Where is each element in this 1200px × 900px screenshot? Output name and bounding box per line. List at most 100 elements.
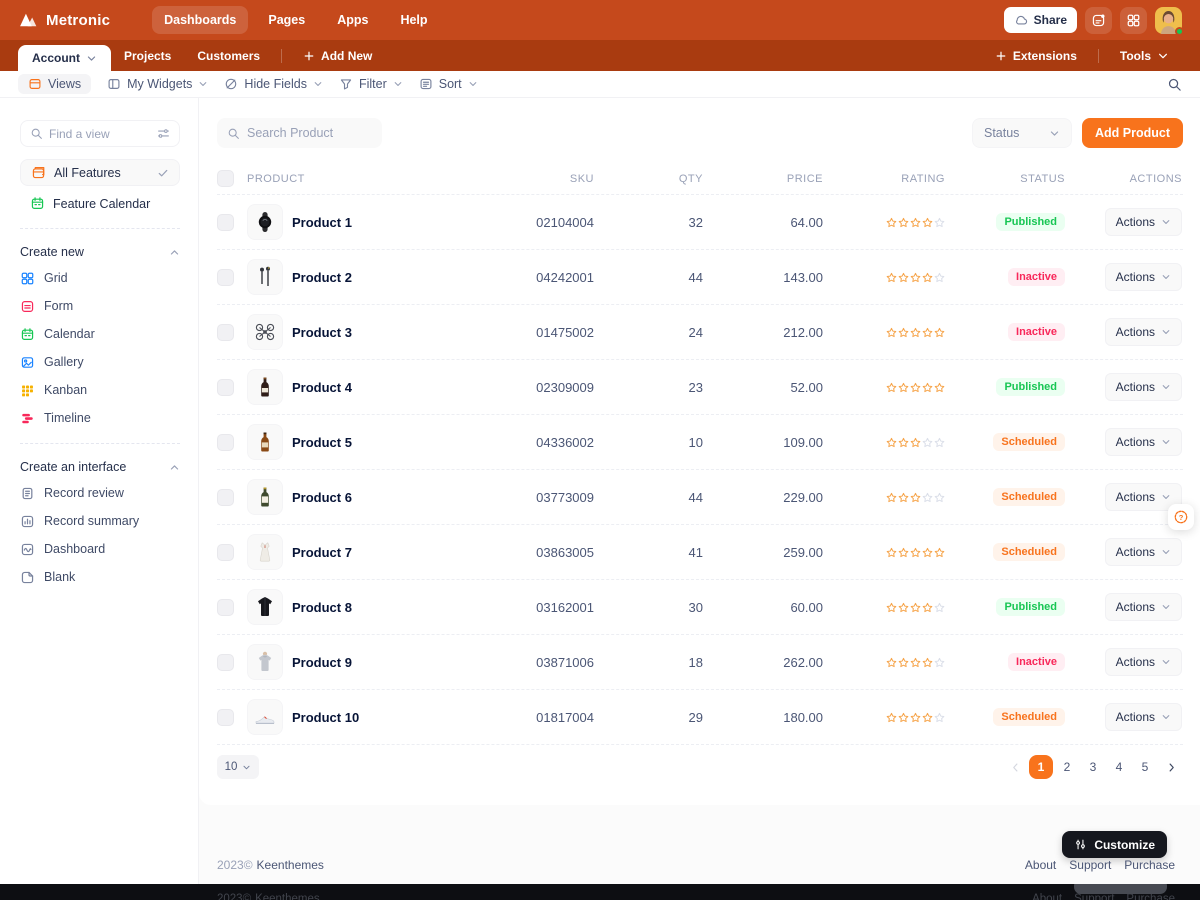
nav-help[interactable]: Help: [388, 6, 439, 34]
nav-apps[interactable]: Apps: [325, 6, 380, 34]
hide-fields-dropdown[interactable]: Hide Fields: [224, 77, 323, 91]
column-status[interactable]: STATUS: [945, 173, 1065, 185]
row-checkbox[interactable]: [217, 324, 234, 341]
find-view-search[interactable]: [20, 120, 180, 147]
filter-dropdown[interactable]: Filter: [339, 77, 403, 91]
row-actions-button[interactable]: Actions: [1105, 263, 1182, 291]
section-create-new[interactable]: Create new: [20, 240, 180, 264]
add-product-button[interactable]: Add Product: [1082, 118, 1183, 148]
sidebar-item-grid[interactable]: Grid: [20, 264, 180, 292]
pagination-page-4[interactable]: 4: [1107, 755, 1131, 779]
row-actions-button[interactable]: Actions: [1105, 593, 1182, 621]
pagination-prev-button[interactable]: [1003, 755, 1027, 779]
footer-link-purchase[interactable]: Purchase: [1124, 858, 1175, 872]
row-actions-button[interactable]: Actions: [1105, 703, 1182, 731]
sidebar-item-calendar[interactable]: Calendar: [20, 320, 180, 348]
find-view-input[interactable]: [49, 127, 151, 141]
extensions-button[interactable]: Extensions: [982, 49, 1090, 63]
customize-button-ghost: [1074, 884, 1167, 894]
chevron-down-icon: [313, 79, 323, 89]
section-create-interface[interactable]: Create an interface: [20, 455, 180, 479]
footer-link-support[interactable]: Support: [1069, 858, 1111, 872]
nav-dashboards[interactable]: Dashboards: [152, 6, 248, 34]
tune-icon[interactable]: [157, 127, 170, 140]
row-checkbox[interactable]: [217, 654, 234, 671]
column-rating[interactable]: RATING: [823, 173, 945, 185]
actions-cell: Actions: [1065, 428, 1182, 456]
pagination-page-1[interactable]: 1: [1029, 755, 1053, 779]
tools-dropdown[interactable]: Tools: [1107, 49, 1182, 63]
row-actions-button[interactable]: Actions: [1105, 318, 1182, 346]
chevron-down-icon: [1049, 128, 1060, 139]
row-actions-button[interactable]: Actions: [1105, 373, 1182, 401]
sidebar-item-form[interactable]: Form: [20, 292, 180, 320]
add-new-button[interactable]: Add New: [290, 49, 385, 63]
my-widgets-dropdown[interactable]: My Widgets: [107, 77, 208, 91]
actions-cell: Actions: [1065, 648, 1182, 676]
sidebar-item-record-summary[interactable]: Record summary: [20, 507, 180, 535]
row-checkbox[interactable]: [217, 379, 234, 396]
star-filled-icon: [910, 712, 921, 723]
apps-launcher-button[interactable]: [1120, 7, 1147, 34]
item-label: Timeline: [44, 411, 91, 425]
item-label: Grid: [44, 271, 68, 285]
row-checkbox[interactable]: [217, 709, 234, 726]
sort-dropdown[interactable]: Sort: [419, 77, 478, 91]
pagination-page-5[interactable]: 5: [1133, 755, 1157, 779]
star-filled-icon: [886, 712, 897, 723]
sidebar-item-dashboard[interactable]: Dashboard: [20, 535, 180, 563]
row-actions-button[interactable]: Actions: [1105, 538, 1182, 566]
row-checkbox[interactable]: [217, 214, 234, 231]
notifications-button[interactable]: [1085, 7, 1112, 34]
sidebar-item-record-review[interactable]: Record review: [20, 479, 180, 507]
sidebar-item-timeline[interactable]: Timeline: [20, 404, 180, 432]
search-icon[interactable]: [1167, 77, 1182, 92]
row-checkbox[interactable]: [217, 489, 234, 506]
pagination-page-2[interactable]: 2: [1055, 755, 1079, 779]
company-link[interactable]: Keenthemes: [257, 858, 324, 872]
column-sku[interactable]: SKU: [474, 173, 594, 185]
sidebar-item-gallery[interactable]: Gallery: [20, 348, 180, 376]
row-checkbox[interactable]: [217, 599, 234, 616]
tab-projects[interactable]: Projects: [111, 49, 184, 63]
row-actions-button[interactable]: Actions: [1105, 428, 1182, 456]
sidebar-view-all-features[interactable]: All Features: [20, 159, 180, 186]
star-filled-icon: [898, 437, 909, 448]
help-button[interactable]: ?: [1168, 504, 1194, 530]
row-checkbox[interactable]: [217, 269, 234, 286]
views-button[interactable]: Views: [18, 74, 91, 94]
product-image: [247, 314, 283, 350]
row-checkbox[interactable]: [217, 434, 234, 451]
customize-button[interactable]: Customize: [1062, 831, 1167, 858]
status-cell: Scheduled: [945, 488, 1065, 506]
column-qty[interactable]: QTY: [594, 173, 703, 185]
column-actions[interactable]: ACTIONS: [1065, 173, 1182, 185]
row-actions-button[interactable]: Actions: [1105, 208, 1182, 236]
nav-pages[interactable]: Pages: [256, 6, 317, 34]
select-all-checkbox[interactable]: [217, 170, 234, 187]
sidebar-item-blank[interactable]: Blank: [20, 563, 180, 591]
row-actions-button[interactable]: Actions: [1105, 648, 1182, 676]
pagination-next-button[interactable]: [1159, 755, 1183, 779]
column-price[interactable]: PRICE: [703, 173, 823, 185]
grid-icon: [20, 271, 35, 286]
product-qty: 18: [594, 655, 703, 670]
avatar[interactable]: [1155, 7, 1182, 34]
sidebar-item-kanban[interactable]: Kanban: [20, 376, 180, 404]
sidebar-view-feature-calendar[interactable]: Feature Calendar: [20, 190, 180, 217]
table-header: PRODUCT SKU QTY PRICE RATING STATUS ACTI…: [217, 170, 1183, 195]
status-filter-select[interactable]: Status: [972, 118, 1072, 148]
footer-link-about[interactable]: About: [1025, 858, 1056, 872]
chevron-down-icon: [1161, 382, 1171, 392]
brand[interactable]: Metronic: [18, 10, 110, 30]
product-search-input[interactable]: [247, 126, 372, 140]
product-search[interactable]: [217, 118, 382, 148]
tab-account[interactable]: Account: [18, 45, 111, 71]
per-page-select[interactable]: 10: [217, 755, 259, 779]
row-checkbox[interactable]: [217, 544, 234, 561]
pagination-page-3[interactable]: 3: [1081, 755, 1105, 779]
product-qty: 24: [594, 325, 703, 340]
tab-customers[interactable]: Customers: [184, 49, 273, 63]
share-button[interactable]: Share: [1004, 7, 1077, 33]
column-product[interactable]: PRODUCT: [247, 173, 474, 185]
